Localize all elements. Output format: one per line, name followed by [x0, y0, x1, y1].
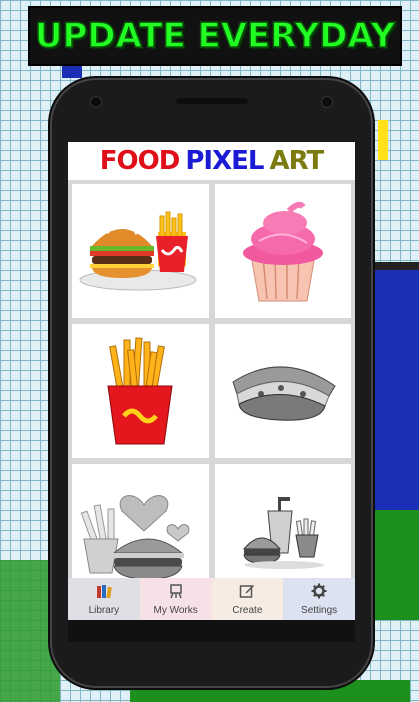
gallery-tile-fries[interactable]: [72, 324, 209, 458]
tab-create[interactable]: Create: [211, 578, 284, 620]
gallery-grid: [68, 180, 355, 598]
update-banner: UPDATE EVERYDAY: [28, 6, 402, 66]
bottom-tab-bar: Library My Works Create Settings: [68, 578, 355, 620]
gear-icon: [311, 583, 327, 603]
phone-sensor: [321, 96, 333, 108]
french-fries-icon: [107, 337, 173, 445]
tab-my-works-label: My Works: [153, 604, 198, 616]
tab-library[interactable]: Library: [68, 578, 140, 620]
gallery-tile-sandwich[interactable]: [214, 324, 351, 458]
bg-pixel-blue-top: [62, 66, 82, 78]
title-word-art: ART: [269, 146, 324, 176]
phone-frame: FOOD PIXEL ART Library My Works Create S…: [50, 78, 373, 688]
burger-hearts-icon: [80, 495, 190, 580]
banner-text: UPDATE EVERYDAY: [34, 15, 396, 57]
bg-pixel-black-right: [372, 262, 419, 270]
tab-library-label: Library: [88, 604, 120, 616]
bg-pixel-blue-right: [372, 270, 419, 510]
easel-icon: [168, 583, 184, 603]
tab-create-label: Create: [232, 604, 263, 616]
cupcake-icon: [242, 201, 323, 302]
phone-speaker: [175, 98, 248, 104]
tab-settings[interactable]: Settings: [283, 578, 355, 620]
bg-pixel-yellow-right: [378, 120, 388, 160]
app-screen: FOOD PIXEL ART Library My Works Create S…: [68, 142, 355, 620]
gallery-tile-burger-combo[interactable]: [72, 184, 209, 318]
books-icon: [96, 583, 112, 603]
gallery-tile-cupcake[interactable]: [214, 184, 351, 318]
tab-settings-label: Settings: [301, 604, 338, 616]
edit-icon: [239, 583, 255, 603]
sandwich-icon: [232, 366, 336, 421]
title-word-pixel: PIXEL: [185, 146, 264, 176]
app-title: FOOD PIXEL ART: [68, 142, 355, 181]
burger-fries-drink-icon: [79, 211, 197, 291]
tab-my-works[interactable]: My Works: [139, 578, 212, 620]
title-word-food: FOOD: [99, 146, 181, 176]
phone-camera: [90, 96, 102, 108]
phone-bottom-bezel: [68, 620, 355, 642]
bg-pixel-green-right: [372, 510, 419, 620]
fastfood-combo-icon: [242, 497, 324, 569]
